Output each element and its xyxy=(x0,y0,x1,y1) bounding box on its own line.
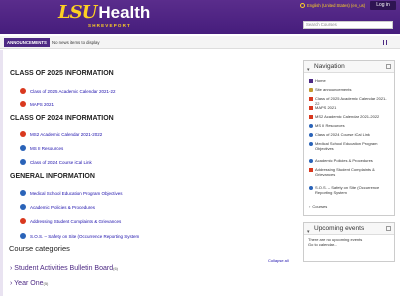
section-title-general: GENERAL INFORMATION xyxy=(10,173,95,180)
course-categories-title: Course categories xyxy=(9,244,70,253)
category-item[interactable]: › Student Activities Bulletin Board(6) xyxy=(10,265,118,272)
url-icon xyxy=(309,141,313,146)
list-item[interactable]: Class of 2024 Course iCal Link xyxy=(20,159,92,165)
url-icon xyxy=(20,159,26,165)
login-button[interactable]: Log in xyxy=(370,1,396,10)
globe-icon xyxy=(300,3,305,8)
url-icon xyxy=(309,132,313,137)
nav-item[interactable]: MAPS 2021 xyxy=(309,105,391,110)
left-scroll-strip xyxy=(0,50,3,296)
pdf-icon xyxy=(20,88,26,94)
pdf-icon xyxy=(309,167,313,172)
pdf-icon xyxy=(20,101,26,107)
logo-subtitle: SHREVEPORT xyxy=(88,23,132,28)
nav-item[interactable]: Site announcements xyxy=(309,87,391,92)
site-header: LSU Health SHREVEPORT English (United St… xyxy=(0,0,400,34)
announcements-label: ANNOUNCEMENTS xyxy=(4,38,50,47)
chevron-right-icon: › xyxy=(309,204,311,209)
nav-item[interactable]: Class of 2024 Course iCal Link xyxy=(309,132,391,137)
go-to-calendar-link[interactable]: Go to calendar... xyxy=(308,242,362,247)
list-item[interactable]: MS II Resources xyxy=(20,145,63,151)
navigation-block: ▾ Navigation Home Site announcements Cla… xyxy=(303,60,395,216)
list-item[interactable]: Academic Policies & Procedures xyxy=(20,204,95,210)
url-icon xyxy=(20,233,26,239)
announcements-text: No news items to display xyxy=(52,40,100,45)
url-icon xyxy=(20,204,26,210)
nav-item[interactable]: MS2 Academic Calendar 2021-2022 xyxy=(309,114,391,119)
pdf-icon xyxy=(309,105,313,110)
upcoming-events-block: ▾ Upcoming events There are no upcoming … xyxy=(303,222,395,262)
collapse-all-link[interactable]: Collapse all xyxy=(268,258,289,263)
section-title-2024: CLASS OF 2024 INFORMATION xyxy=(10,115,114,122)
nav-item[interactable]: Academic Policies & Procedures xyxy=(309,158,391,163)
list-item[interactable]: Medical School Education Program Objecti… xyxy=(20,190,123,196)
language-label: English (United States) (en_us) xyxy=(307,3,366,8)
nav-item-courses[interactable]: › Courses xyxy=(309,204,391,209)
pause-icon[interactable] xyxy=(383,40,387,45)
block-actions-icon[interactable] xyxy=(386,226,391,231)
pdf-icon xyxy=(309,96,313,101)
url-icon xyxy=(309,158,313,163)
pdf-icon xyxy=(20,218,26,224)
site-logo[interactable]: LSU Health SHREVEPORT xyxy=(58,2,150,31)
logo-health-text: Health xyxy=(98,3,151,22)
nav-item[interactable]: MS II Resources xyxy=(309,123,391,128)
nav-item[interactable]: Addressing Student Complaints & Grievanc… xyxy=(309,167,391,177)
toggle-icon[interactable]: ▾ xyxy=(307,64,310,76)
url-icon xyxy=(20,190,26,196)
nav-item[interactable]: S.O.S. – Safety on Site (Occurrence Repo… xyxy=(309,185,391,195)
upcoming-events-title: ▾ Upcoming events xyxy=(304,223,394,235)
nav-item-home[interactable]: Home xyxy=(309,78,391,83)
language-selector[interactable]: English (United States) (en_us) xyxy=(300,3,365,8)
list-item[interactable]: MAPS 2021 xyxy=(20,101,54,107)
url-icon xyxy=(309,123,313,128)
block-actions-icon[interactable] xyxy=(386,64,391,69)
forum-icon xyxy=(309,87,313,92)
navigation-title: ▾ Navigation xyxy=(304,61,394,73)
pdf-icon xyxy=(20,131,26,137)
list-item[interactable]: Class of 2025 Academic Calendar 2021-22 xyxy=(20,88,116,94)
upcoming-events-content: There are no upcoming events Go to calen… xyxy=(308,237,362,247)
pdf-icon xyxy=(309,114,313,119)
list-item[interactable]: S.O.S. – Safety on Site (Occurrence Repo… xyxy=(20,233,139,239)
list-item[interactable]: Addressing Student Complaints & Grievanc… xyxy=(20,218,121,224)
list-item[interactable]: MS2 Academic Calendar 2021-2022 xyxy=(20,131,102,137)
category-item[interactable]: › Year One(5) xyxy=(10,280,48,287)
announcement-bar: ANNOUNCEMENTS No news items to display xyxy=(0,36,400,49)
home-icon xyxy=(309,78,313,83)
search-courses-input[interactable]: Search Courses xyxy=(303,21,393,29)
url-icon xyxy=(20,145,26,151)
nav-item[interactable]: Medical School Education Program Objecti… xyxy=(309,141,391,151)
logo-lsu-text: LSU xyxy=(58,2,97,23)
url-icon xyxy=(309,185,313,190)
section-title-2025: CLASS OF 2025 INFORMATION xyxy=(10,70,114,77)
